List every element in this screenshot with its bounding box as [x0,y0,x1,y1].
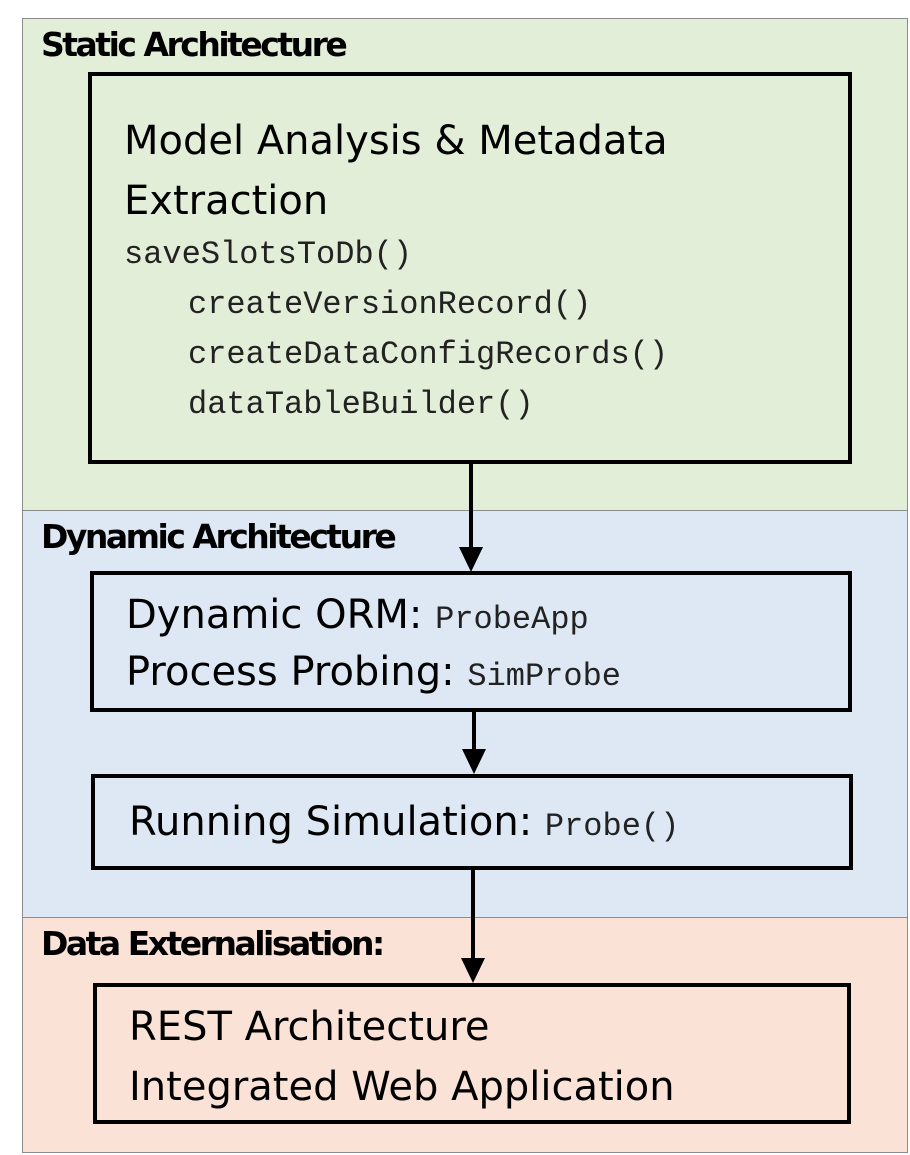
arrow-simulation-to-rest [461,870,485,983]
flow-arrows [459,464,486,983]
arrow-metadata-to-orm [459,464,483,572]
arrow-orm-to-simulation [462,712,486,774]
